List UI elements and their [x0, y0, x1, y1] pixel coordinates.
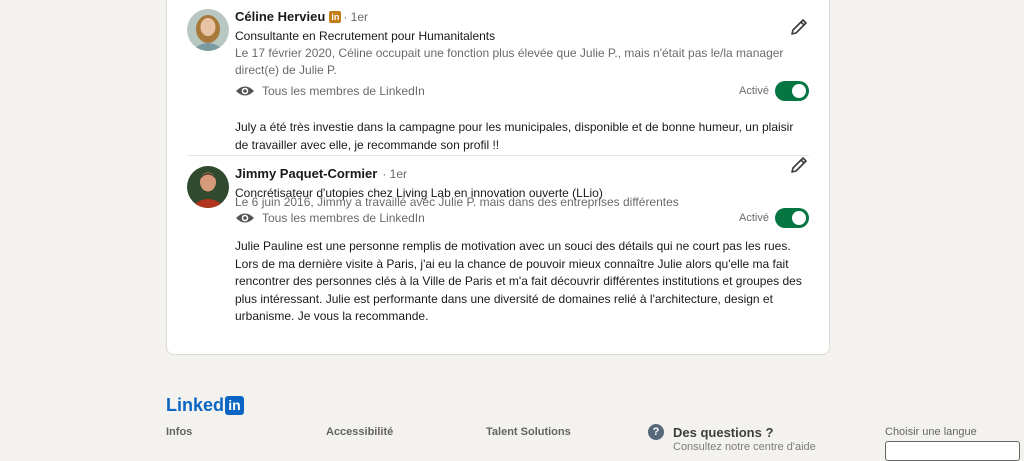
toggle-knob [792, 84, 806, 98]
footer-link-infos[interactable]: Infos [166, 426, 192, 438]
edit-pencil-icon[interactable] [789, 155, 809, 175]
relationship-text: Le 6 juin 2016, Jimmy a travaillé avec J… [235, 195, 679, 209]
help-title: Des questions ? [673, 424, 774, 440]
recommendation-text: July a été très investie dans la campagn… [235, 120, 794, 152]
footer-link-talent-solutions[interactable]: Talent Solutions [486, 426, 571, 438]
language-select[interactable] [885, 441, 1020, 461]
visibility-toggle-wrap: Activé [739, 81, 809, 101]
visibility-toggle[interactable] [775, 208, 809, 228]
edit-pencil-icon[interactable] [789, 17, 809, 37]
connection-degree: · 1er [343, 9, 369, 24]
visibility-toggle-wrap: Activé [739, 208, 809, 228]
recommendation-text: Julie Pauline est une personne remplis d… [235, 239, 802, 323]
footer-link-accessibility[interactable]: Accessibilité [326, 426, 393, 438]
recommender-name-line: Jimmy Paquet-Cormier · 1er [235, 166, 407, 181]
eye-icon [236, 213, 254, 223]
divider [187, 155, 809, 156]
recommender-name[interactable]: Jimmy Paquet-Cormier [235, 166, 377, 181]
toggle-label: Activé [739, 85, 769, 97]
recommendation-item: Jimmy Paquet-Cormier · 1er Concrétisateu… [187, 157, 809, 341]
visibility-label: Tous les membres de LinkedIn [262, 211, 425, 225]
avatar[interactable] [187, 9, 229, 51]
recommender-name[interactable]: Céline Hervieu [235, 9, 325, 24]
recommendation-item: Céline Hervieu in · 1er Consultante en R… [187, 9, 809, 152]
recommendations-card: Céline Hervieu in · 1er Consultante en R… [166, 0, 830, 355]
avatar[interactable] [187, 166, 229, 208]
toggle-knob [792, 211, 806, 225]
toggle-label: Activé [739, 212, 769, 224]
visibility-setting[interactable]: Tous les membres de LinkedIn [235, 84, 425, 98]
visibility-label: Tous les membres de LinkedIn [262, 84, 425, 98]
premium-badge-icon: in [329, 10, 342, 23]
language-label: Choisir une langue [885, 426, 977, 438]
recommender-name-line: Céline Hervieu in · 1er [235, 9, 368, 24]
recommender-headline: Consultante en Recrutement pour Humanita… [235, 29, 496, 43]
question-icon: ? [648, 424, 664, 440]
connection-degree: · 1er [382, 166, 408, 181]
visibility-toggle[interactable] [775, 81, 809, 101]
eye-icon [236, 86, 254, 96]
help-center-link[interactable]: Consultez notre centre d'aide [673, 441, 816, 453]
logo-text: Linked [166, 395, 225, 415]
logo-in-box: in [225, 396, 245, 415]
relationship-text: Le 17 février 2020, Céline occupait une … [235, 46, 784, 77]
visibility-setting[interactable]: Tous les membres de LinkedIn [235, 211, 425, 225]
help-block[interactable]: ? Des questions ? [648, 424, 773, 440]
linkedin-logo[interactable]: Linked in [166, 395, 245, 416]
